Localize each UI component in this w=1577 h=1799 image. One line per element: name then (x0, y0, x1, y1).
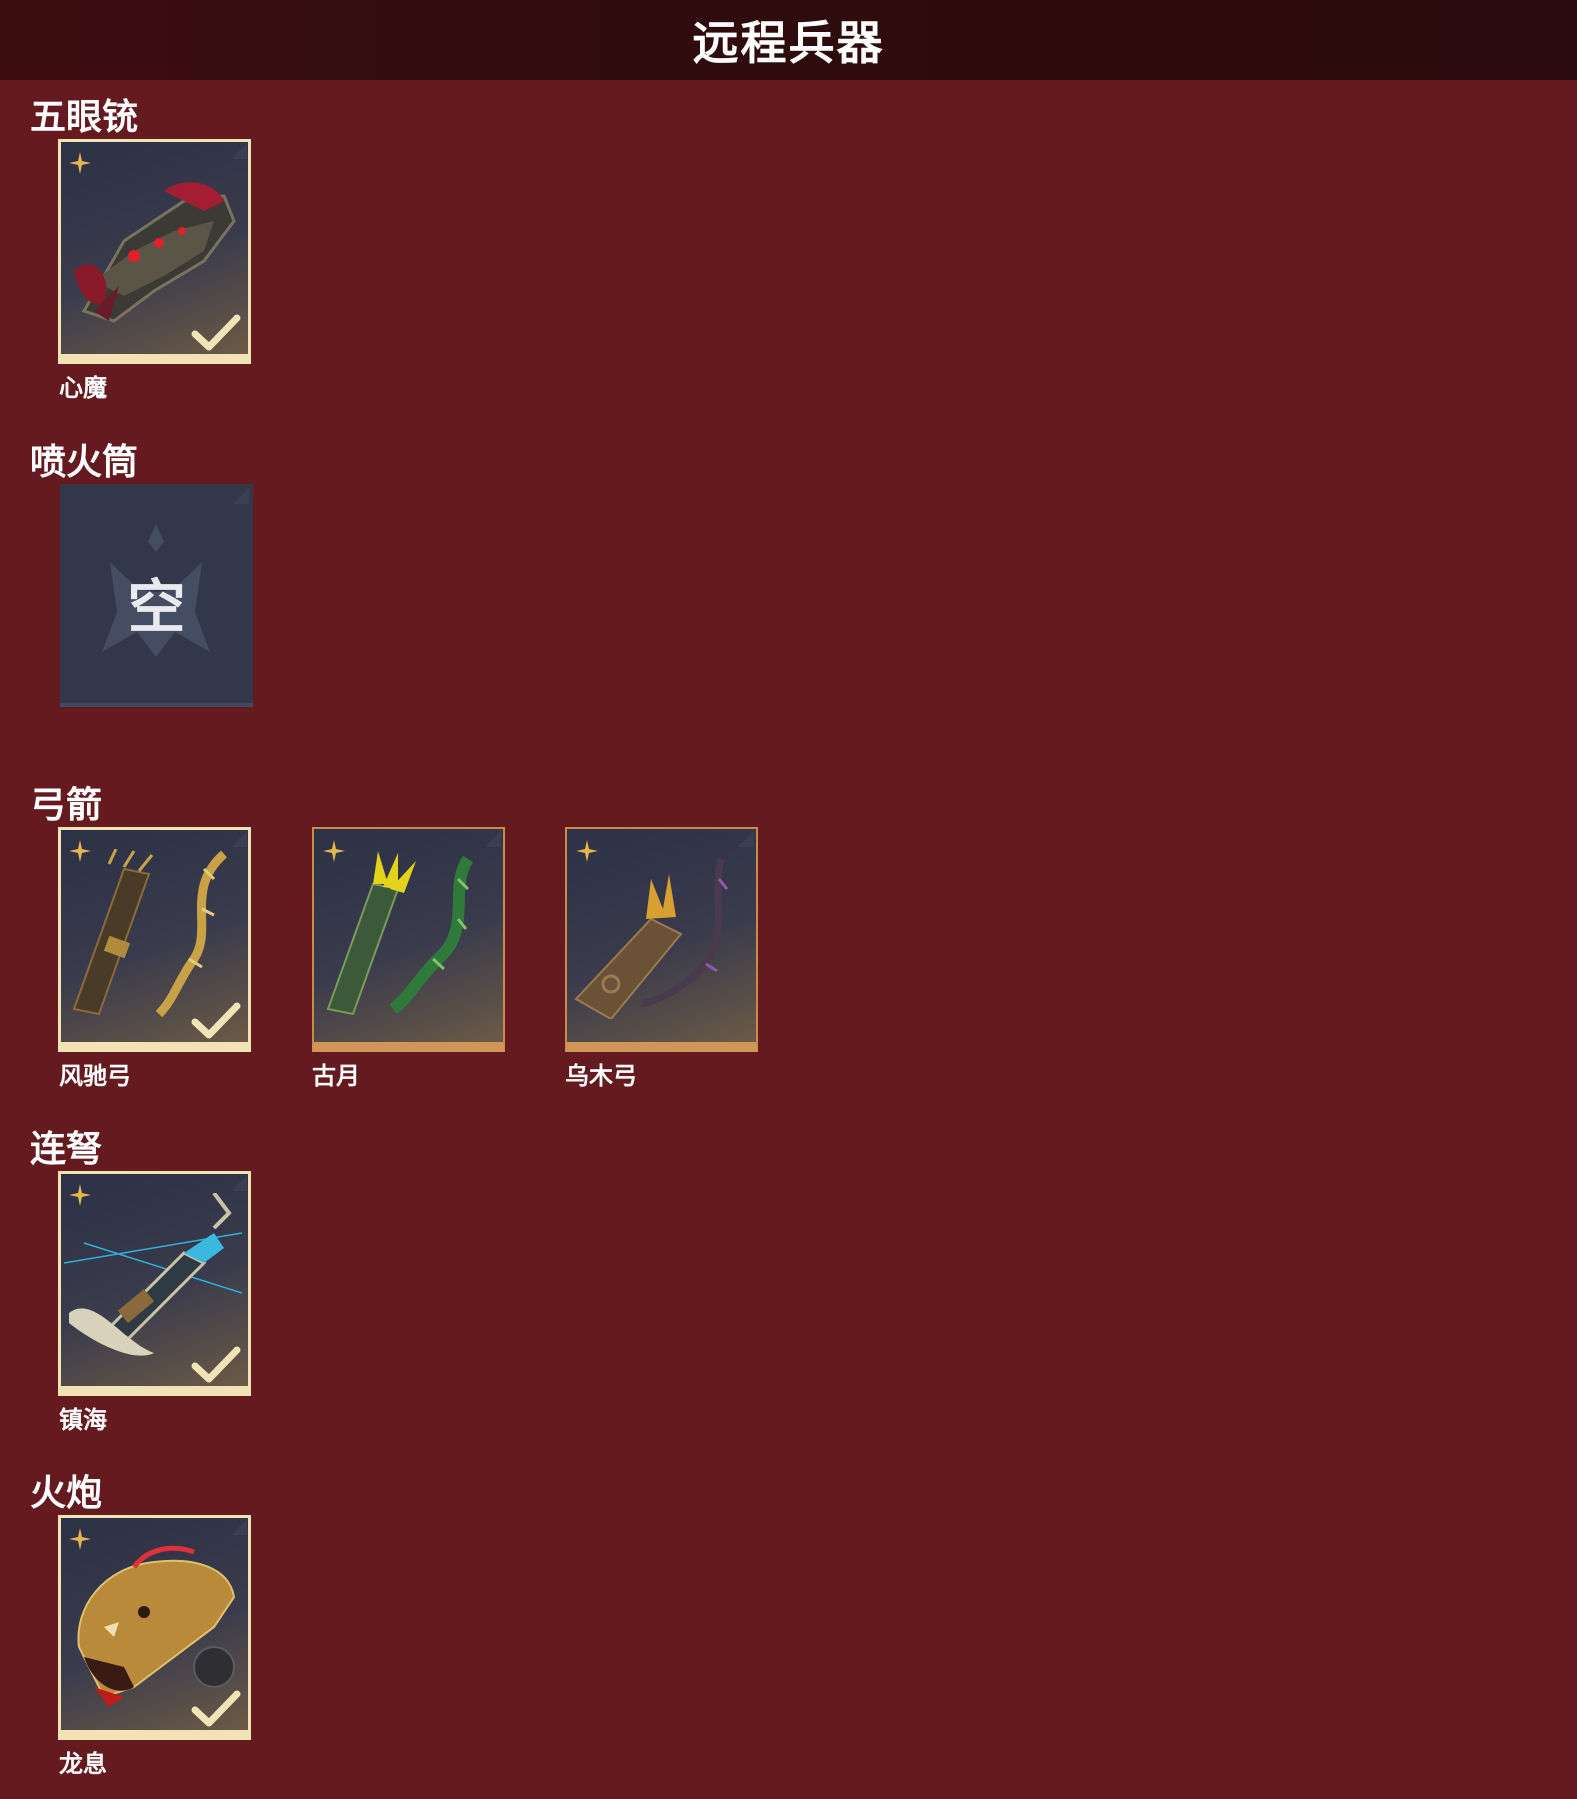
crossbow-art (64, 1193, 242, 1356)
section-title: 连弩 (30, 1129, 103, 1170)
weapon-name-label: 古月 (312, 1062, 360, 1090)
section-title: 弓箭 (30, 785, 103, 826)
weapon-name-label: 镇海 (59, 1406, 107, 1434)
rarity-star-icon (69, 1184, 91, 1206)
equipped-check-icon (191, 314, 241, 351)
section-title: 喷火筒 (30, 442, 139, 483)
weapon-name-label: 乌木弓 (565, 1062, 637, 1090)
weapon-card-longxi[interactable] (58, 1515, 251, 1740)
page-header: 远程兵器 (0, 0, 1577, 80)
equipped-check-icon (191, 1690, 241, 1727)
section-title: 五眼铳 (30, 97, 139, 138)
dragon-cannon-art (77, 1545, 236, 1707)
page-title: 远程兵器 (692, 16, 885, 70)
demon-gun-art (74, 182, 236, 323)
rarity-star-icon (69, 840, 91, 862)
golden-bow-art (72, 849, 228, 1018)
rarity-star-icon (323, 840, 345, 862)
weapon-card-wumu-bow[interactable] (565, 827, 758, 1052)
equipped-check-icon (191, 1346, 241, 1383)
weapon-card-xinmo[interactable] (58, 139, 251, 364)
green-bow-art (326, 851, 474, 1016)
weapon-name-label: 心魔 (59, 374, 107, 402)
section-title: 火炮 (30, 1473, 103, 1514)
wood-bow-art (574, 858, 729, 1019)
equipped-check-icon (191, 1002, 241, 1039)
weapon-card-zhenhai[interactable] (58, 1171, 251, 1396)
rarity-star-icon (69, 1528, 91, 1550)
weapon-card-fengchi-bow[interactable] (58, 827, 251, 1052)
weapon-name-label: 风驰弓 (59, 1062, 131, 1090)
rarity-star-icon (576, 840, 598, 862)
empty-slot-text: 空 (127, 573, 186, 641)
weapon-name-label: 龙息 (59, 1750, 107, 1778)
weapon-card-guyue-bow[interactable] (312, 827, 505, 1052)
rarity-star-icon (69, 152, 91, 174)
empty-weapon-slot[interactable]: 空 (60, 484, 253, 707)
